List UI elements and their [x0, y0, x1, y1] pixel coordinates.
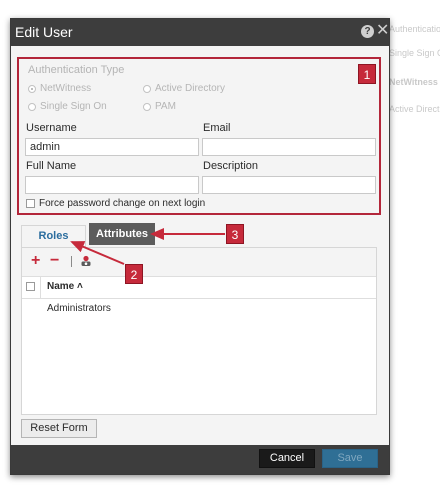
callout-arrows	[70, 228, 225, 265]
arrow-2	[70, 241, 125, 265]
